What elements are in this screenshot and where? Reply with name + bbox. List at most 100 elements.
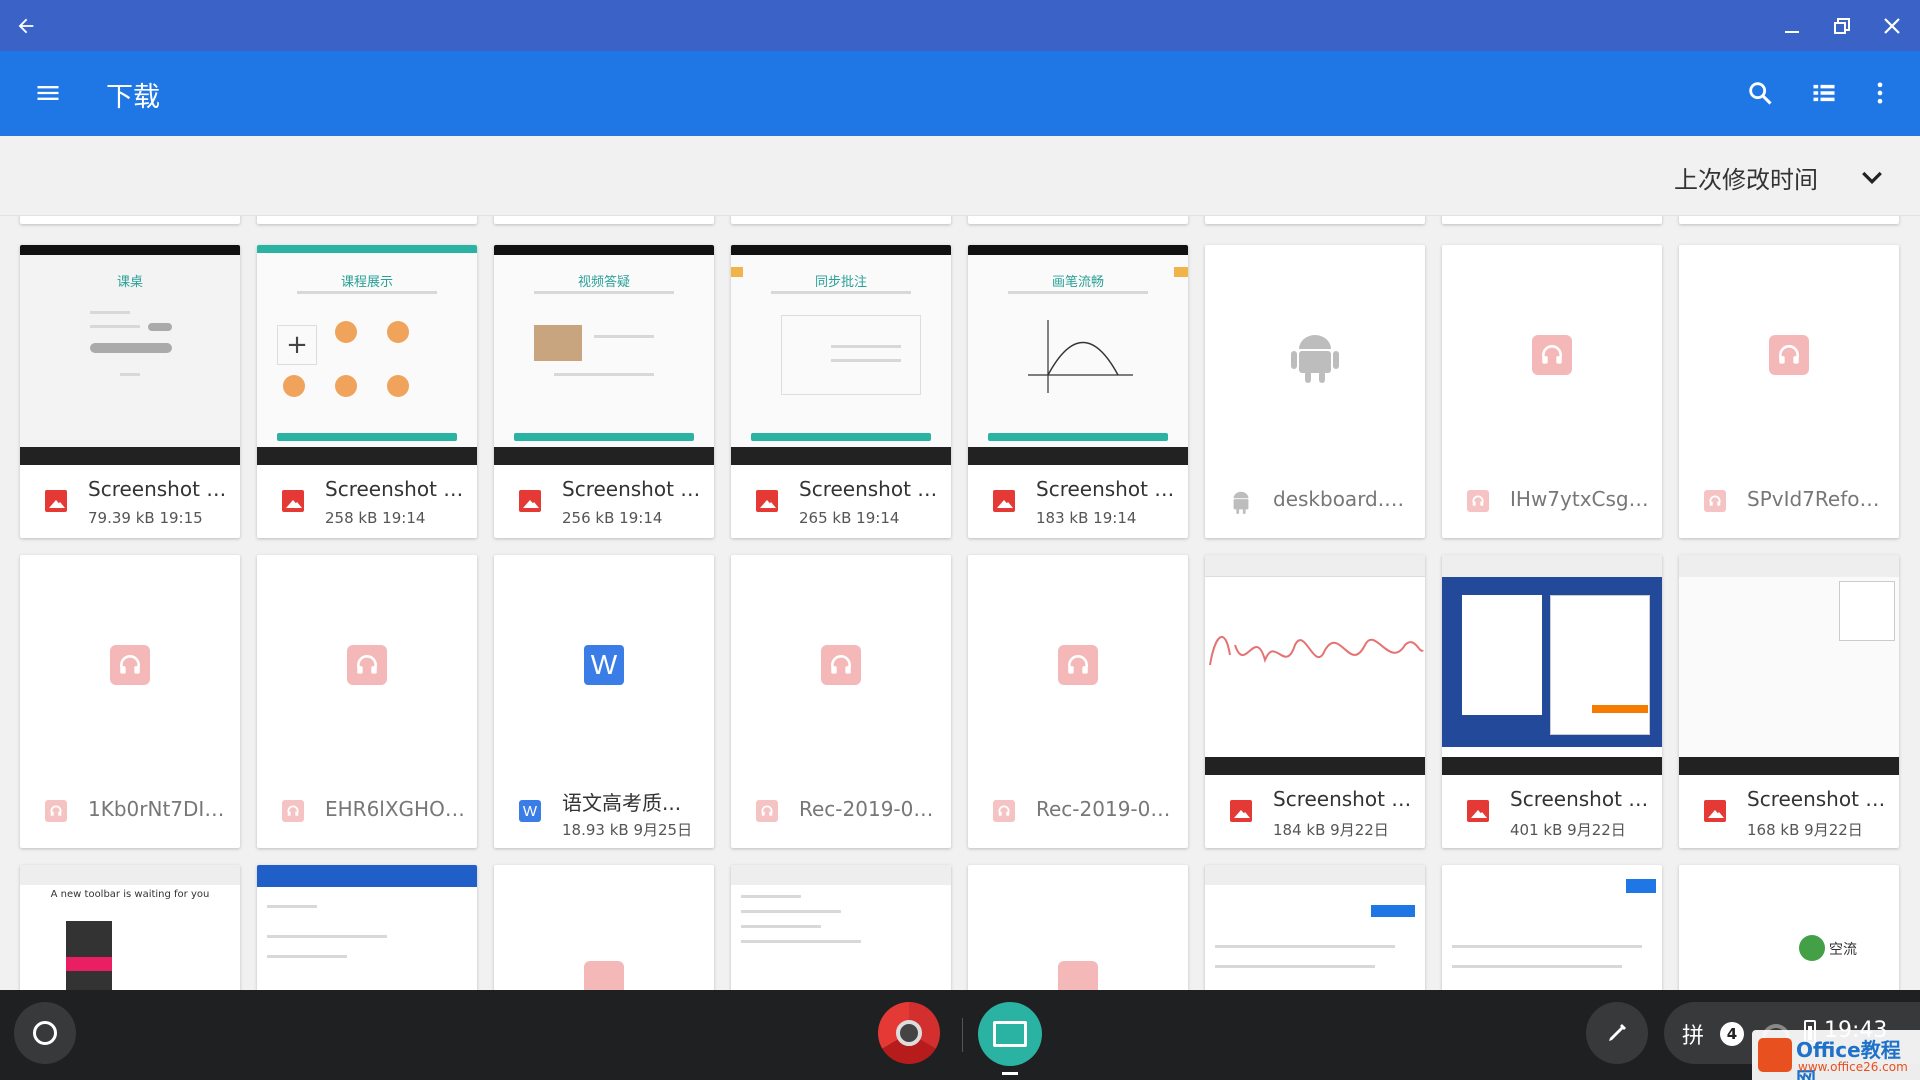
launcher-circle-icon [33,1021,57,1045]
file-details: 183 kB 19:14 [1036,509,1137,527]
file-meta: Screenshot 2... 401 kB 9月22日 [1442,775,1662,848]
file-thumbnail [1442,555,1662,775]
file-thumbnail [20,555,240,775]
file-card-partial[interactable] [731,216,951,224]
file-name: Screenshot 2... [1036,477,1176,501]
file-name: Screenshot 2... [1747,787,1887,811]
file-card[interactable]: 视频答疑 Screenshot 2... 256 kB 19:14 [494,245,714,538]
file-name: 语文高考质... [562,791,682,815]
headphones-icon [347,645,387,685]
file-name: Screenshot 2... [1510,787,1650,811]
file-name: Screenshot 2... [88,477,228,501]
more-options-button[interactable] [1860,73,1900,113]
sort-dropdown-button[interactable] [1852,158,1892,198]
file-thumbnail: 同步批注 [731,245,951,465]
file-card-partial[interactable] [257,216,477,224]
restore-icon [1834,18,1850,34]
file-card[interactable]: Rec-2019-09... [731,555,951,848]
file-card[interactable]: 画笔流畅 Screenshot 2... 183 kB 19:14 [968,245,1188,538]
menu-button[interactable] [28,73,68,113]
file-thumbnail [1205,555,1425,775]
file-card[interactable]: 1Kb0rNt7DI4... [20,555,240,848]
close-window-button[interactable] [1872,6,1912,46]
file-card[interactable]: SPvId7Refo4... [1679,245,1899,538]
file-meta: EHR6lXGHO_... [257,775,477,848]
file-details: 79.39 kB 19:15 [88,509,203,527]
file-card[interactable]: EHR6lXGHO_... [257,555,477,848]
file-meta: deskboard.a... [1205,465,1425,538]
file-card-partial[interactable] [1442,216,1662,224]
file-card[interactable]: 课程展示 + Screenshot 2... 258 kB 19:14 [257,245,477,538]
file-thumbnail: 课程展示 + [257,245,477,465]
file-details: 258 kB 19:14 [325,509,426,527]
file-thumbnail [1442,245,1662,465]
headphones-icon [584,961,624,990]
back-button[interactable] [6,6,46,46]
audio-file-icon [992,799,1016,823]
image-file-icon [1703,799,1727,823]
file-name: Screenshot 2... [562,477,702,501]
sort-label[interactable]: 上次修改时间 [1674,160,1818,195]
file-card-partial[interactable] [968,216,1188,224]
window-titlebar [0,0,1920,51]
file-meta: Screenshot 2... 265 kB 19:14 [731,465,951,538]
file-thumbnail [1205,245,1425,465]
restore-button[interactable] [1822,6,1862,46]
file-card[interactable]: Screenshot 2... 401 kB 9月22日 [1442,555,1662,848]
file-card-partial[interactable] [494,216,714,224]
file-card-partial[interactable] [968,865,1188,990]
file-card[interactable]: 同步批注 Screenshot 2... 265 kB 19:14 [731,245,951,538]
office-logo-icon [1758,1038,1792,1072]
file-card[interactable]: 课桌 Screenshot 2... 79.39 kB 19:15 [20,245,240,538]
deskboard-app-icon[interactable] [978,1002,1042,1066]
file-thumbnail: 画笔流畅 [968,245,1188,465]
file-details: 184 kB 9月22日 [1273,821,1389,839]
file-card-partial[interactable] [1679,216,1899,224]
file-card-partial[interactable] [20,216,240,224]
stylus-button[interactable] [1586,1002,1648,1064]
file-details: 265 kB 19:14 [799,509,900,527]
file-card-partial[interactable] [1205,216,1425,224]
minimize-icon [1785,31,1799,33]
thumbnail-title: 画笔流畅 [1051,275,1104,290]
file-meta: Rec-2019-09... [968,775,1188,848]
audio-file-icon [44,799,68,823]
search-button[interactable] [1740,73,1780,113]
notification-count-badge[interactable]: 4 [1720,1022,1744,1046]
file-card[interactable]: W W 语文高考质... 18.93 kB 9月25日 [494,555,714,848]
file-card[interactable]: Screenshot 2... 168 kB 9月22日 [1679,555,1899,848]
list-view-icon [1813,84,1835,102]
file-name: 1Kb0rNt7DI4... [88,797,228,821]
list-view-button[interactable] [1804,73,1844,113]
minimize-button[interactable] [1772,6,1812,46]
file-name: SPvId7Refo4... [1747,487,1887,511]
file-card-partial[interactable] [1442,865,1662,990]
headphones-icon [1058,961,1098,990]
headphones-icon [821,645,861,685]
audio-file-icon [755,799,779,823]
input-method-indicator[interactable]: 拼 [1682,1018,1704,1050]
file-name: deskboard.a... [1273,487,1413,511]
file-card-partial[interactable] [1205,865,1425,990]
file-details: 401 kB 9月22日 [1510,821,1626,839]
file-name: Screenshot 2... [1273,787,1413,811]
watermark: Office教程网 www.office26.com [1752,1030,1920,1080]
file-card[interactable]: deskboard.a... [1205,245,1425,538]
file-card[interactable]: Screenshot 2... 184 kB 9月22日 [1205,555,1425,848]
chrome-app-icon[interactable] [878,1002,940,1064]
stylus-pen-icon [1609,1024,1626,1041]
file-card-partial[interactable] [257,865,477,990]
file-thumbnail [1679,555,1899,775]
image-file-icon [1466,799,1490,823]
file-card-partial[interactable] [731,865,951,990]
launcher-button[interactable] [14,1002,76,1064]
file-meta: W 语文高考质... 18.93 kB 9月25日 [494,775,714,848]
sort-bar: 上次修改时间 [0,136,1920,216]
file-card-partial[interactable]: 空流 [1679,865,1899,990]
file-card[interactable]: Rec-2019-09... [968,555,1188,848]
close-icon [1884,18,1900,34]
file-card-partial[interactable] [494,865,714,990]
file-card-partial[interactable]: A new toolbar is waiting for you [20,865,240,990]
apk-file-icon [1229,489,1253,514]
file-card[interactable]: IHw7ytxCsgI... [1442,245,1662,538]
